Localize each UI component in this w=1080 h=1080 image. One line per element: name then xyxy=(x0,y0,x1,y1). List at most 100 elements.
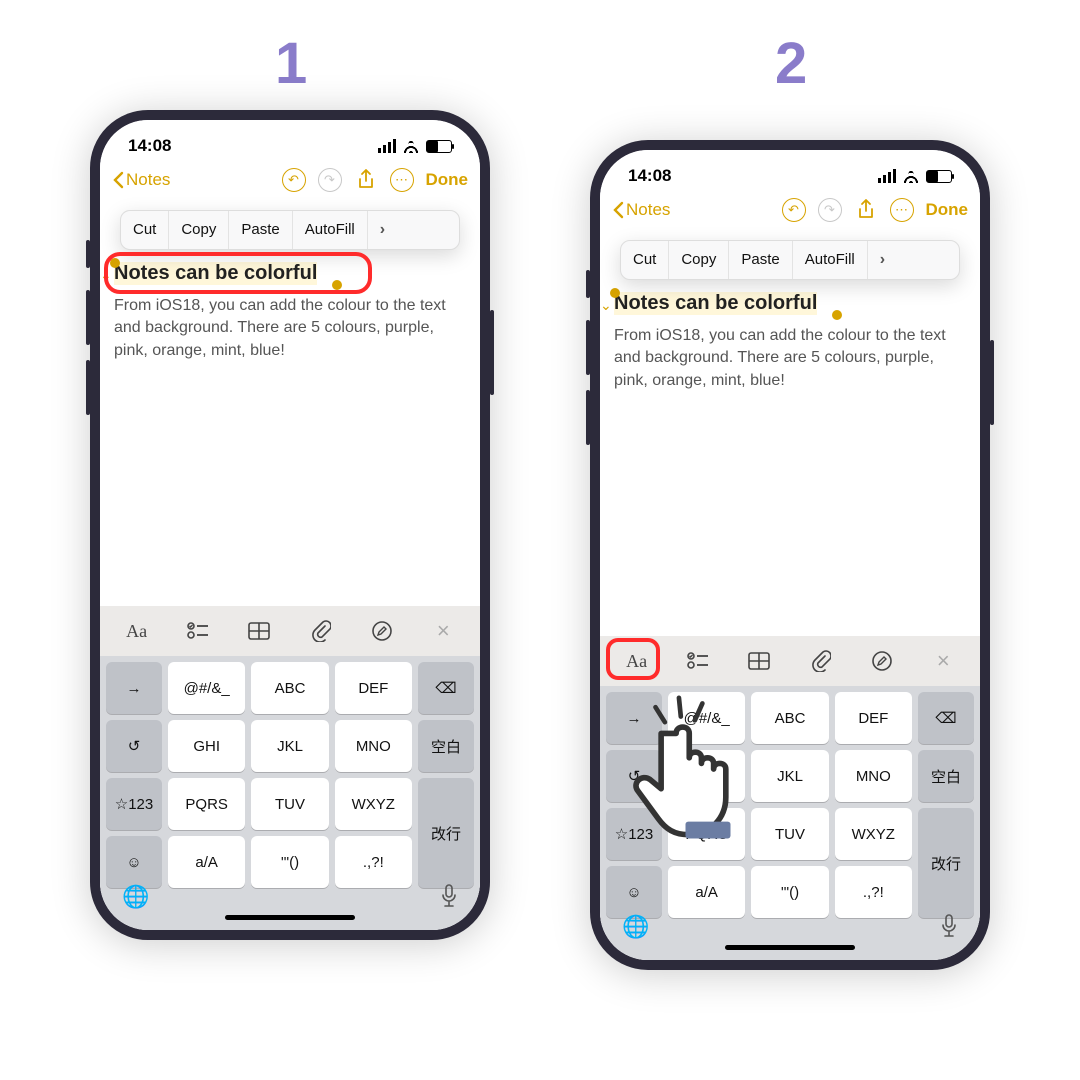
undo-button[interactable]: ↶ xyxy=(778,194,810,226)
chevron-left-icon xyxy=(612,201,624,219)
globe-button[interactable]: 🌐 xyxy=(622,914,649,940)
step-label-1: 1 xyxy=(275,30,307,97)
status-bar: 14:08 xyxy=(100,120,480,160)
more-button[interactable]: ⋯ xyxy=(386,164,418,196)
attach-button[interactable] xyxy=(300,616,342,646)
checklist-button[interactable] xyxy=(677,646,719,676)
key-shift-arrow[interactable]: → xyxy=(106,662,162,714)
menu-autofill[interactable]: AutoFill xyxy=(793,241,868,279)
key-ghi[interactable]: GHI xyxy=(168,720,245,772)
step-label-2: 2 xyxy=(775,30,807,97)
markup-button[interactable] xyxy=(861,646,903,676)
share-icon xyxy=(356,168,376,192)
key-case[interactable]: a/A xyxy=(668,866,745,918)
key-def[interactable]: DEF xyxy=(335,662,412,714)
key-quotes[interactable]: '"() xyxy=(251,836,328,888)
key-space[interactable]: 空白 xyxy=(918,750,974,802)
key-mno[interactable]: MNO xyxy=(835,750,912,802)
key-emoji[interactable]: ☺ xyxy=(606,866,662,918)
key-abc[interactable]: ABC xyxy=(251,662,328,714)
redo-button[interactable]: ↷ xyxy=(814,194,846,226)
back-button[interactable]: Notes xyxy=(112,170,170,190)
menu-paste[interactable]: Paste xyxy=(229,211,292,249)
signal-icon xyxy=(378,139,396,153)
menu-cut[interactable]: Cut xyxy=(121,211,169,249)
menu-more[interactable]: › xyxy=(868,241,897,279)
key-emoji[interactable]: ☺ xyxy=(106,836,162,888)
toolbar-close[interactable]: × xyxy=(922,646,964,676)
tutorial-highlight xyxy=(606,638,660,680)
tap-cursor-icon xyxy=(618,690,768,850)
key-quotes[interactable]: '"() xyxy=(751,866,828,918)
nav-bar: Notes ↶ ↷ ⋯ Done xyxy=(100,160,480,204)
key-punct[interactable]: .,?! xyxy=(835,866,912,918)
key-undo[interactable]: ↺ xyxy=(106,720,162,772)
pen-circle-icon xyxy=(371,620,393,642)
share-icon xyxy=(856,198,876,222)
note-body[interactable]: From iOS18, you can add the colour to th… xyxy=(114,295,466,362)
menu-copy[interactable]: Copy xyxy=(169,211,229,249)
wifi-icon xyxy=(402,139,420,153)
key-return[interactable]: 改行 xyxy=(418,778,474,888)
share-button[interactable] xyxy=(350,164,382,196)
nav-bar: Notes ↶ ↷ ⋯ Done xyxy=(600,190,980,234)
format-toolbar: Aa × xyxy=(100,606,480,656)
format-toolbar: Aa × xyxy=(600,636,980,686)
note-body[interactable]: From iOS18, you can add the colour to th… xyxy=(614,325,966,392)
key-def[interactable]: DEF xyxy=(835,692,912,744)
key-tuv[interactable]: TUV xyxy=(251,778,328,830)
key-pqrs[interactable]: PQRS xyxy=(168,778,245,830)
attach-button[interactable] xyxy=(800,646,842,676)
mic-icon xyxy=(940,914,958,938)
share-button[interactable] xyxy=(850,194,882,226)
menu-paste[interactable]: Paste xyxy=(729,241,792,279)
table-button[interactable] xyxy=(238,616,280,646)
checklist-button[interactable] xyxy=(177,616,219,646)
mic-icon xyxy=(440,884,458,908)
dictate-button[interactable] xyxy=(940,914,958,940)
fold-caret-icon: ⌄ xyxy=(600,297,612,314)
selection-handle-end[interactable] xyxy=(832,310,842,320)
key-jkl[interactable]: JKL xyxy=(251,720,328,772)
wifi-icon xyxy=(902,169,920,183)
toolbar-close[interactable]: × xyxy=(422,616,464,646)
signal-icon xyxy=(878,169,896,183)
checklist-icon xyxy=(687,652,709,670)
key-punct[interactable]: .,?! xyxy=(335,836,412,888)
menu-copy[interactable]: Copy xyxy=(669,241,729,279)
text-format-button[interactable]: Aa xyxy=(116,616,158,646)
status-bar: 14:08 xyxy=(600,150,980,190)
pen-circle-icon xyxy=(871,650,893,672)
key-wxyz[interactable]: WXYZ xyxy=(835,808,912,860)
chevron-left-icon xyxy=(112,171,124,189)
redo-button[interactable]: ↷ xyxy=(314,164,346,196)
menu-cut[interactable]: Cut xyxy=(621,241,669,279)
key-mno[interactable]: MNO xyxy=(335,720,412,772)
menu-more[interactable]: › xyxy=(368,211,397,249)
dictate-button[interactable] xyxy=(440,884,458,910)
paperclip-icon xyxy=(311,620,331,642)
selection-handle-start[interactable] xyxy=(610,288,620,298)
status-time: 14:08 xyxy=(628,166,671,186)
table-icon xyxy=(248,622,270,640)
menu-autofill[interactable]: AutoFill xyxy=(293,211,368,249)
note-heading[interactable]: Notes can be colorful xyxy=(614,292,817,315)
markup-button[interactable] xyxy=(361,616,403,646)
back-button[interactable]: Notes xyxy=(612,200,670,220)
key-backspace[interactable]: ⌫ xyxy=(918,692,974,744)
globe-button[interactable]: 🌐 xyxy=(122,884,149,910)
key-numbers[interactable]: ☆123 xyxy=(106,778,162,830)
key-sym[interactable]: @#/&_ xyxy=(168,662,245,714)
key-space[interactable]: 空白 xyxy=(418,720,474,772)
key-backspace[interactable]: ⌫ xyxy=(418,662,474,714)
checklist-icon xyxy=(187,622,209,640)
battery-icon xyxy=(926,170,952,183)
table-button[interactable] xyxy=(738,646,780,676)
undo-button[interactable]: ↶ xyxy=(278,164,310,196)
key-wxyz[interactable]: WXYZ xyxy=(335,778,412,830)
key-return[interactable]: 改行 xyxy=(918,808,974,918)
more-button[interactable]: ⋯ xyxy=(886,194,918,226)
done-button[interactable]: Done xyxy=(926,200,969,220)
done-button[interactable]: Done xyxy=(426,170,469,190)
key-case[interactable]: a/A xyxy=(168,836,245,888)
